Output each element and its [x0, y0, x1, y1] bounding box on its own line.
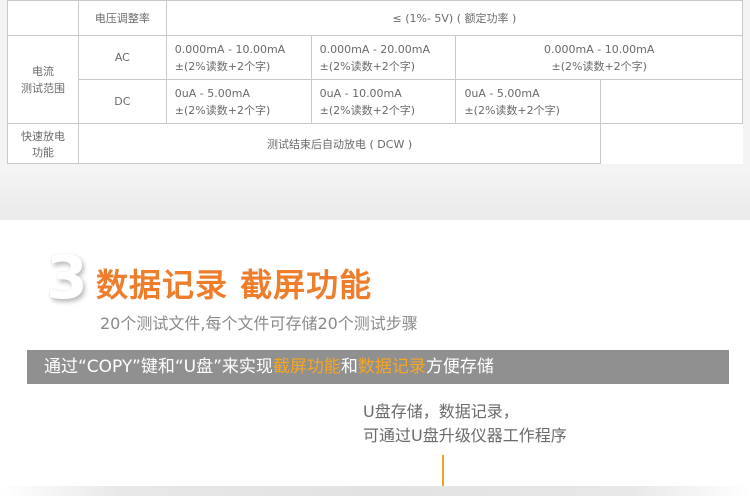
accuracy-text: ±(2%读数+2个字) [319, 59, 416, 73]
group-label-line: 电流 [31, 64, 54, 78]
banner-highlight-data-record: 数据记录 [357, 357, 426, 377]
fast-discharge-value: 测试结束后自动放电 ( DCW ) [77, 123, 602, 164]
banner-text: 和 [340, 357, 358, 377]
accuracy-text: ±(2%读数+2个字) [551, 59, 647, 73]
ac-cell-3: 0.000mA - 10.00mA ±(2%读数+2个字) [455, 35, 743, 80]
banner-highlight-screenshot: 截屏功能 [272, 357, 341, 377]
row-label-fast-discharge: 快速放电功能 [7, 123, 79, 164]
range-text: 0.000mA - 20.00mA [319, 42, 431, 56]
section-number: 3 [46, 243, 88, 313]
accuracy-text: ±(2%读数+2个字) [464, 103, 560, 117]
table-cell-empty [600, 79, 743, 124]
table-row: DC 0uA - 5.00mA ±(2%读数+2个字) 0uA - 10.00m… [8, 79, 743, 124]
range-text: 0uA - 10.00mA [319, 86, 402, 100]
voltage-regulation-value: ≤ (1%- 5V) ( 额定功率 ) [165, 0, 744, 36]
banner-text: 方便存储 [425, 357, 494, 377]
range-text: 0.000mA - 10.00mA [544, 42, 655, 56]
table-bottom-shadow [0, 168, 750, 220]
product-platform-shadow [0, 486, 750, 496]
table-row: 电压调整率 ≤ (1%- 5V) ( 额定功率 ) [7, 0, 744, 36]
usb-note-line: U盘存储，数据记录， [363, 402, 519, 421]
table-row: 快速放电功能 测试结束后自动放电 ( DCW ) [7, 123, 743, 164]
group-label-line: 测试范围 [20, 81, 65, 95]
accuracy-text: ±(2%读数+2个字) [174, 59, 271, 73]
accuracy-text: ±(2%读数+2个字) [174, 103, 271, 117]
table-row: 电流 测试范围 AC 0.000mA - 10.00mA ±(2%读数+2个字)… [7, 35, 743, 124]
range-text: 0uA - 5.00mA [464, 86, 540, 100]
row-label-dc: DC [77, 79, 167, 124]
section-subtitle: 20个测试文件,每个文件可存储20个测试步骤 [100, 314, 418, 333]
spec-table: 电压调整率 ≤ (1%- 5V) ( 额定功率 ) 电流 测试范围 AC 0.0… [7, 0, 744, 164]
ac-cell-2: 0.000mA - 20.00mA ±(2%读数+2个字) [310, 35, 457, 80]
dc-cell-1: 0uA - 5.00mA ±(2%读数+2个字) [165, 79, 312, 124]
row-label-voltage-regulation: 电压调整率 [77, 0, 167, 36]
range-text: 0uA - 5.00mA [174, 86, 250, 100]
current-range-group-label: 电流 测试范围 [7, 35, 79, 124]
accuracy-text: ±(2%读数+2个字) [319, 103, 416, 117]
ac-cell-1: 0.000mA - 10.00mA ±(2%读数+2个字) [165, 35, 312, 80]
dc-cell-2: 0uA - 10.00mA ±(2%读数+2个字) [310, 79, 457, 124]
range-text: 0.000mA - 10.00mA [174, 42, 286, 56]
row-label-ac: AC [77, 35, 167, 80]
banner-text: 通过“COPY”键和“U盘”来实现 [44, 357, 273, 377]
spec-table-section: 电压调整率 ≤ (1%- 5V) ( 额定功率 ) 电流 测试范围 AC 0.0… [0, 0, 750, 220]
dc-cell-3: 0uA - 5.00mA ±(2%读数+2个字) [455, 79, 602, 124]
section-title: 数据记录 截屏功能 [96, 266, 373, 304]
usb-note: U盘存储，数据记录， 可通过U盘升级仪器工作程序 [363, 400, 567, 448]
table-cell-empty [7, 0, 79, 36]
feature-banner: 通过“COPY”键和“U盘”来实现截屏功能和数据记录方便存储 [27, 350, 729, 384]
usb-note-line: 可通过U盘升级仪器工作程序 [363, 426, 567, 445]
